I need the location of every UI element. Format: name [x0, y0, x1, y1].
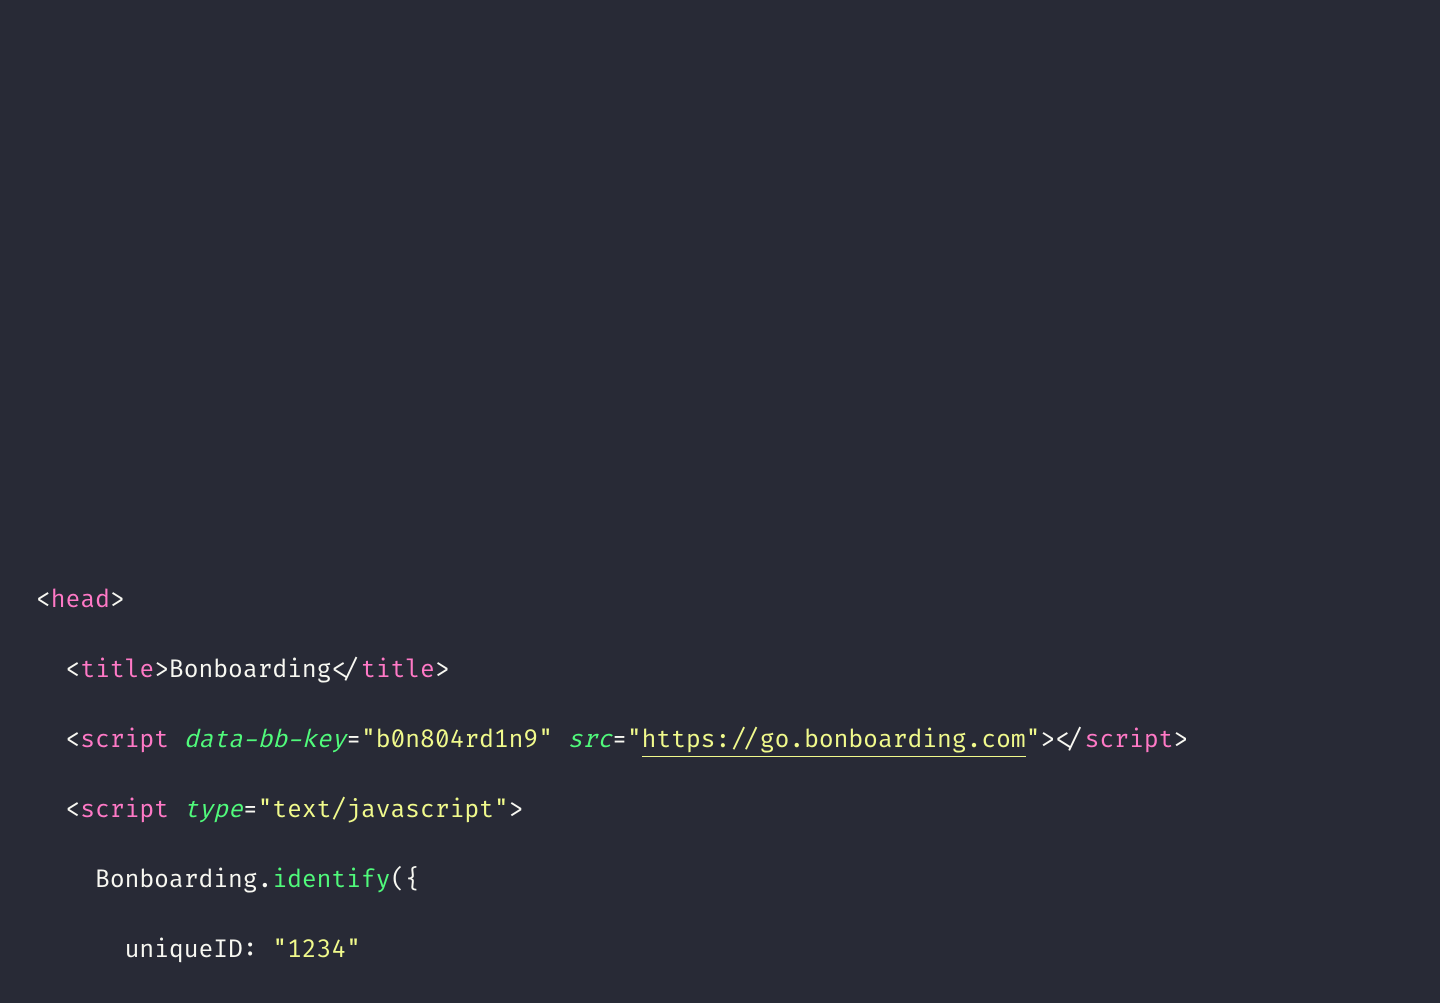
code-string-1234: "1234"	[272, 936, 361, 965]
code-text-title: Bonboarding	[169, 656, 331, 685]
code-attr-src: src	[568, 726, 612, 755]
code-tag-script-close: script	[1085, 726, 1174, 755]
code-string-quote: "	[1026, 726, 1041, 755]
code-token: </	[331, 656, 361, 685]
code-token: =	[243, 796, 258, 825]
code-token: <	[66, 726, 81, 755]
code-token: >	[435, 656, 450, 685]
code-attr-data-bb-key: data-bb-key	[184, 726, 346, 755]
code-fn-identify: identify	[272, 866, 390, 895]
code-token: >	[1040, 726, 1055, 755]
code-token: >	[509, 796, 524, 825]
code-token: =	[346, 726, 361, 755]
code-tag-script: script	[80, 726, 169, 755]
code-tag-title: title	[80, 656, 154, 685]
code-indent	[36, 866, 95, 895]
code-line-1: <head>	[36, 583, 1188, 618]
code-token: <	[36, 586, 51, 615]
code-string-type: "text/javascript"	[258, 796, 509, 825]
code-block: <head> <title>Bonboarding</title> <scrip…	[36, 548, 1188, 1003]
code-space	[169, 726, 184, 755]
code-token: ({	[390, 866, 420, 895]
code-url: https://go.bonboarding.com	[642, 726, 1026, 757]
code-space	[169, 796, 184, 825]
code-key-uniqueid: uniqueID	[125, 936, 243, 965]
code-token: <	[66, 796, 81, 825]
code-token: >	[1173, 726, 1188, 755]
code-attr-type: type	[184, 796, 243, 825]
code-tag-head: head	[51, 586, 110, 615]
code-token: =	[612, 726, 627, 755]
code-token: :	[243, 936, 273, 965]
code-token: <	[66, 656, 81, 685]
code-line-3: <script data-bb-key="b0n804rd1n9" src="h…	[36, 723, 1188, 758]
code-line-5: Bonboarding.identify({	[36, 863, 1188, 898]
code-indent	[36, 656, 66, 685]
code-string-quote: "	[627, 726, 642, 755]
code-token: </	[1055, 726, 1085, 755]
code-space	[553, 726, 568, 755]
code-line-6: uniqueID: "1234"	[36, 933, 1188, 968]
code-line-2: <title>Bonboarding</title>	[36, 653, 1188, 688]
code-token: .	[258, 866, 273, 895]
code-indent	[36, 936, 125, 965]
code-string-bbkey: "b0n804rd1n9"	[361, 726, 553, 755]
code-token: >	[154, 656, 169, 685]
code-object-bonboarding: Bonboarding	[95, 866, 257, 895]
code-tag-script: script	[80, 796, 169, 825]
code-tag-title-close: title	[361, 656, 435, 685]
code-indent	[36, 796, 66, 825]
code-indent	[36, 726, 66, 755]
code-token: >	[110, 586, 125, 615]
code-line-4: <script type="text/javascript">	[36, 793, 1188, 828]
